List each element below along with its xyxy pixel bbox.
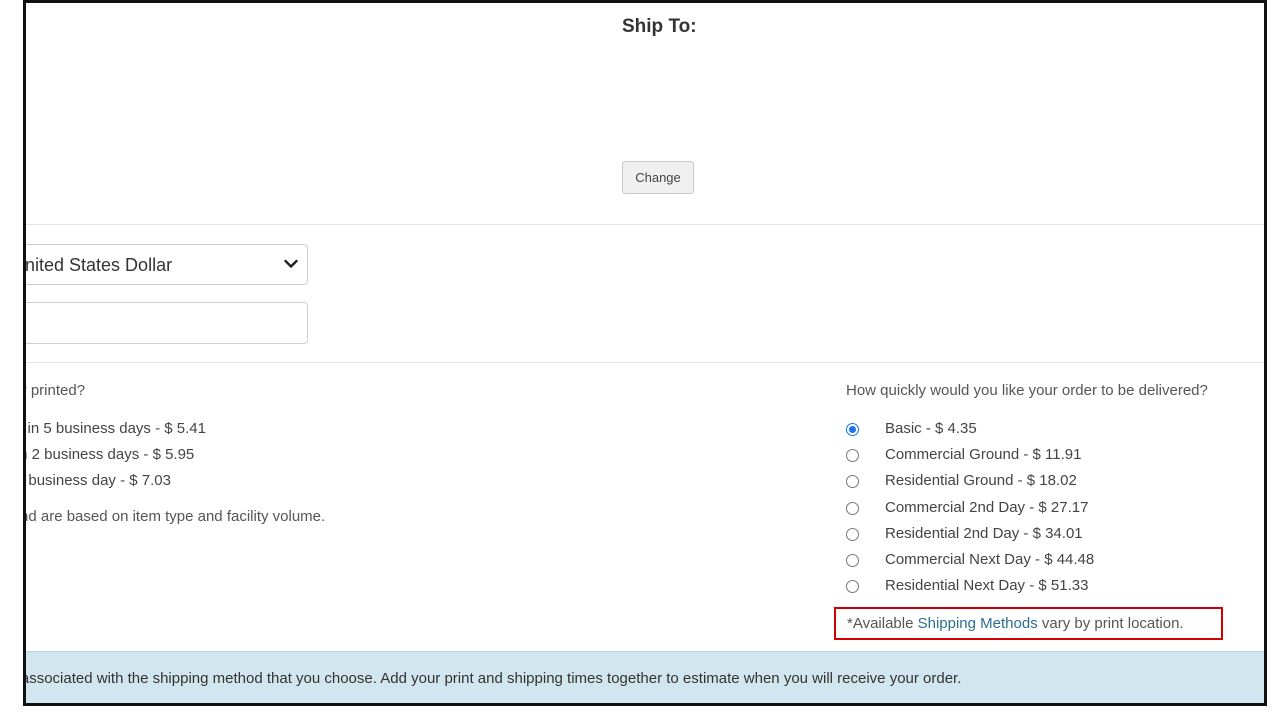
change-address-button[interactable]: Change <box>622 161 694 194</box>
radio-button[interactable] <box>846 502 859 515</box>
screenshot-frame: Ship To: Change - United States Dollar r… <box>23 0 1267 706</box>
print-speed-option[interactable]: in 1 business day - $ 7.03 <box>26 472 171 489</box>
print-speed-question: rder printed? <box>26 382 86 399</box>
shipping-option-label: Basic - $ 4.35 <box>885 420 977 437</box>
shipping-option-label: Commercial 2nd Day - $ 27.17 <box>885 499 1089 516</box>
print-speed-option[interactable]: ts in 2 business days - $ 5.95 <box>26 446 194 463</box>
page-content: Ship To: Change - United States Dollar r… <box>23 3 1264 703</box>
radio-button[interactable] <box>846 449 859 462</box>
shipping-option-label: Residential 2nd Day - $ 34.01 <box>885 525 1083 542</box>
shipping-option-label: Commercial Next Day - $ 44.48 <box>885 551 1095 568</box>
shipping-methods-link[interactable]: Shipping Methods <box>918 615 1038 632</box>
divider <box>26 362 1264 363</box>
text-input[interactable] <box>26 303 307 343</box>
currency-selected-value: - United States Dollar <box>24 255 173 275</box>
shipping-option-label: Residential Next Day - $ 51.33 <box>885 577 1089 594</box>
text-input-field[interactable] <box>26 302 308 344</box>
ship-to-title: Ship To: <box>622 16 697 37</box>
info-banner-text: ne associated with the shipping method t… <box>23 670 962 687</box>
radio-button[interactable] <box>846 580 859 593</box>
print-speed-option[interactable]: ints in 5 business days - $ 5.41 <box>26 420 206 437</box>
note-prefix: *Available <box>847 615 918 632</box>
chevron-down-icon <box>281 253 301 275</box>
currency-select[interactable]: - United States Dollar <box>24 244 308 285</box>
shipping-option-label: Residential Ground - $ 18.02 <box>885 472 1077 489</box>
radio-button[interactable] <box>846 554 859 567</box>
radio-button[interactable] <box>846 475 859 488</box>
info-banner: ne associated with the shipping method t… <box>23 651 1264 703</box>
print-speed-note: s and are based on item type and facilit… <box>23 508 326 525</box>
shipping-availability-note: *Available Shipping Methods vary by prin… <box>834 607 1223 640</box>
radio-button[interactable] <box>846 423 859 436</box>
delivery-question: How quickly would you like your order to… <box>846 382 1208 399</box>
note-suffix: vary by print location. <box>1037 615 1184 632</box>
shipping-option-label: Commercial Ground - $ 11.91 <box>885 446 1082 463</box>
radio-button[interactable] <box>846 528 859 541</box>
divider <box>26 224 1264 225</box>
